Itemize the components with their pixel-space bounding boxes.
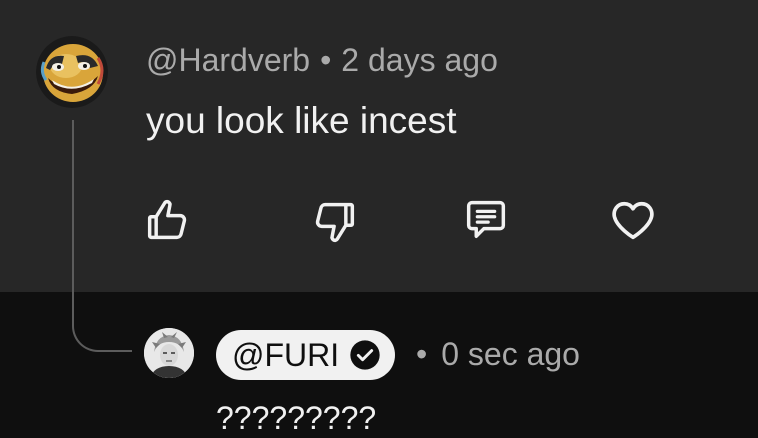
thumbs-down-icon (315, 202, 355, 243)
comment-text: you look like incest (146, 100, 457, 141)
reply-text: ????????? (216, 400, 377, 436)
meta-separator: • (320, 42, 332, 78)
like-button[interactable] (141, 194, 193, 246)
troll-face-avatar-image (36, 36, 108, 108)
reply-avatar[interactable] (144, 328, 194, 378)
reply-author-handle: @FURI (232, 337, 340, 373)
avatar[interactable] (36, 36, 108, 108)
heart-icon (612, 201, 654, 240)
comment-icon (466, 200, 506, 238)
comment-meta: @Hardverb • 2 days ago (146, 40, 498, 80)
reply-author-pill[interactable]: @FURI (216, 330, 396, 380)
reply-timestamp[interactable]: 0 sec ago (441, 336, 580, 372)
thumbs-up-icon (147, 199, 187, 240)
thread-connector-line (72, 120, 132, 352)
verified-check-icon (350, 340, 380, 370)
reply-meta: • 0 sec ago (416, 334, 580, 374)
heart-button[interactable] (607, 194, 659, 246)
comment-timestamp[interactable]: 2 days ago (341, 42, 498, 78)
grayscale-character-avatar-image (144, 328, 194, 378)
dislike-button[interactable] (309, 196, 361, 248)
meta-separator: • (416, 336, 428, 372)
comment-author-handle[interactable]: @Hardverb (146, 42, 310, 78)
reply-button[interactable] (460, 194, 512, 246)
